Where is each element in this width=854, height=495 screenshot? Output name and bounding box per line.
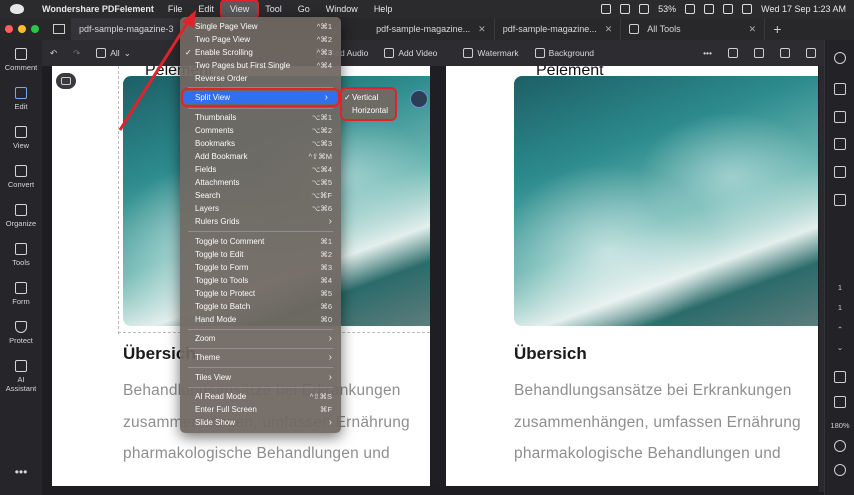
annotation-arrow [118, 10, 196, 131]
